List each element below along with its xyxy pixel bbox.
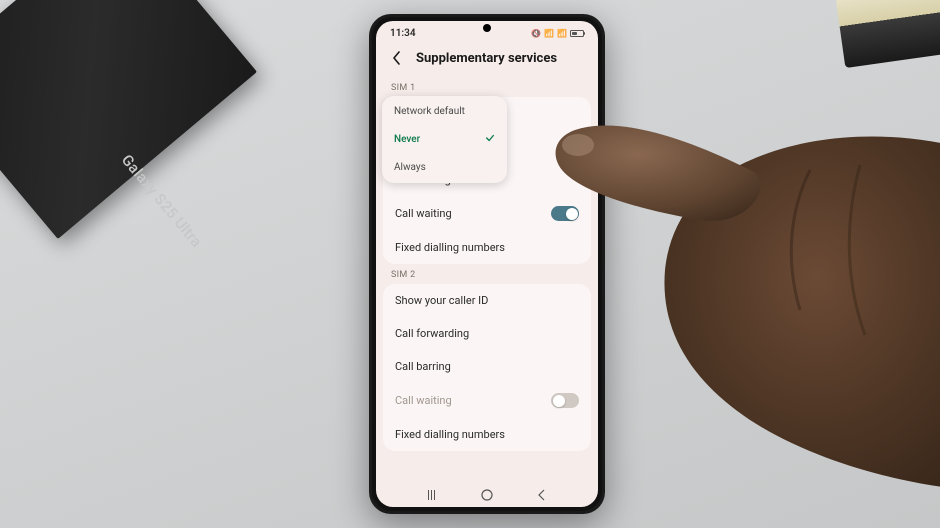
sim2-call-forwarding-row[interactable]: Call forwarding <box>383 317 591 350</box>
sim1-section-label: SIM 1 <box>383 77 591 97</box>
wifi-icon: 📶 <box>544 29 554 38</box>
product-box: Galaxy S25 Ultra <box>0 0 257 239</box>
dropdown-option-network-default[interactable]: Network default <box>382 98 507 125</box>
nav-recents-button[interactable] <box>417 488 447 502</box>
chevron-left-icon <box>392 51 402 65</box>
page-title: Supplementary services <box>416 51 557 66</box>
settings-content: SIM 1 Network default Never <box>376 77 598 483</box>
dropdown-option-label: Network default <box>394 106 465 117</box>
home-icon <box>480 488 494 502</box>
camera-punch-hole <box>483 24 491 32</box>
row-label: Call waiting <box>395 207 551 220</box>
row-label: Call waiting <box>395 394 551 407</box>
corner-object <box>836 0 940 68</box>
battery-icon <box>570 30 584 37</box>
phone-frame: 11:34 🔇 📶 📶 Supplementary services <box>369 14 605 514</box>
phone-screen: 11:34 🔇 📶 📶 Supplementary services <box>376 21 598 507</box>
status-icons: 🔇 📶 📶 <box>531 29 584 38</box>
back-button[interactable] <box>388 49 406 67</box>
sim2-caller-id-row[interactable]: Show your caller ID <box>383 284 591 317</box>
product-box-label: Galaxy S25 Ultra <box>118 151 206 251</box>
hand <box>550 70 940 500</box>
row-label: Fixed dialling numbers <box>395 428 579 441</box>
sim1-call-waiting-toggle[interactable] <box>551 206 579 221</box>
dropdown-option-label: Never <box>394 134 420 145</box>
caller-id-dropdown: Network default Never Always <box>382 96 507 183</box>
sim2-call-waiting-row[interactable]: Call waiting <box>383 383 591 418</box>
sim2-section-label: SIM 2 <box>383 264 591 284</box>
back-icon <box>535 488 549 502</box>
dropdown-option-always[interactable]: Always <box>382 154 507 181</box>
sim1-fixed-dialling-row[interactable]: Fixed dialling numbers <box>383 231 591 264</box>
recents-icon <box>428 490 435 500</box>
sim2-call-barring-row[interactable]: Call barring <box>383 350 591 383</box>
dropdown-option-label: Always <box>394 162 426 173</box>
status-time: 11:34 <box>390 28 416 39</box>
row-label: Fixed dialling numbers <box>395 241 579 254</box>
sim1-card: Network default Never Always <box>383 97 591 264</box>
check-icon <box>485 133 495 146</box>
volume-icon: 🔇 <box>531 29 541 38</box>
nav-home-button[interactable] <box>472 488 502 502</box>
sim1-call-waiting-row[interactable]: Call waiting <box>383 196 591 231</box>
navigation-bar <box>376 483 598 507</box>
dropdown-option-never[interactable]: Never <box>382 125 507 154</box>
row-label: Call forwarding <box>395 327 579 340</box>
sim2-card: Show your caller ID Call forwarding Call… <box>383 284 591 451</box>
page-header: Supplementary services <box>376 45 598 77</box>
sim2-fixed-dialling-row[interactable]: Fixed dialling numbers <box>383 418 591 451</box>
sim2-call-waiting-toggle[interactable] <box>551 393 579 408</box>
row-label: Show your caller ID <box>395 294 579 307</box>
signal-icon: 📶 <box>557 29 567 38</box>
row-label: Call barring <box>395 360 579 373</box>
phone-bezel: 11:34 🔇 📶 📶 Supplementary services <box>372 17 602 511</box>
nav-back-button[interactable] <box>527 488 557 502</box>
